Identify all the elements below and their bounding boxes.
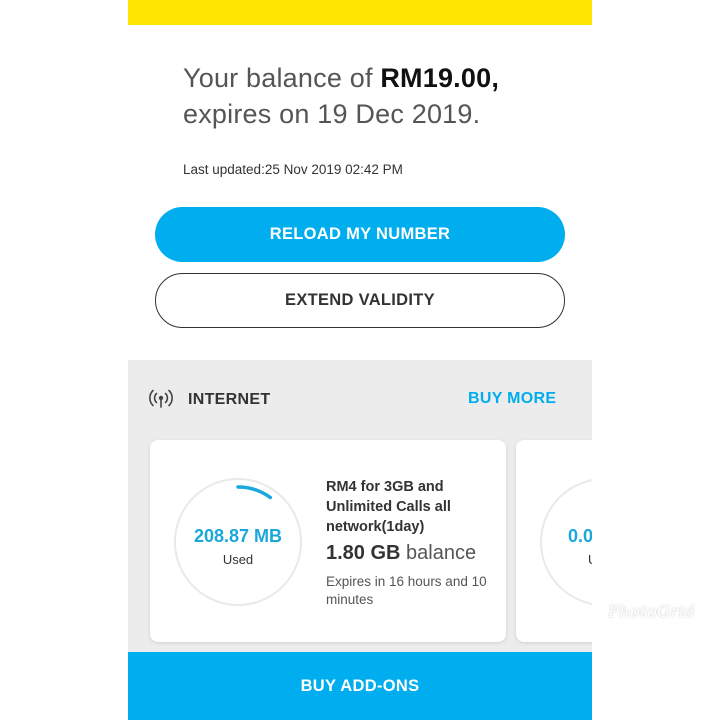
- data-used-label: U: [588, 552, 592, 567]
- plan-expiry: Expires in 16 hours and 10 minutes: [326, 574, 487, 607]
- last-updated-text: Last updated:25 Nov 2019 02:42 PM: [183, 162, 403, 177]
- plan-balance: 1.80 GB balance: [326, 542, 476, 565]
- next-plan-card[interactable]: 0.0 U: [516, 440, 592, 642]
- balance-summary: Your balance of RM19.00, expires on 19 D…: [183, 60, 583, 132]
- data-used-amount: 208.87 MB: [193, 526, 283, 546]
- buy-addons-button[interactable]: BUY ADD-ONS: [128, 652, 592, 720]
- brand-header-bar: [128, 0, 592, 25]
- buy-more-link[interactable]: BUY MORE: [468, 390, 556, 408]
- reload-number-button[interactable]: RELOAD MY NUMBER: [155, 207, 565, 262]
- balance-prefix: Your balance of: [183, 63, 381, 93]
- internet-section: INTERNET BUY MORE 208.87 MB Used RM4 for…: [128, 360, 592, 652]
- data-plan-card[interactable]: 208.87 MB Used RM4 for 3GB and Unlimited…: [150, 440, 506, 642]
- internet-header: INTERNET: [148, 387, 270, 413]
- data-used-amount: 0.0: [568, 526, 592, 546]
- plan-balance-word: balance: [406, 542, 477, 564]
- app-screen: Your balance of RM19.00, expires on 19 D…: [128, 0, 592, 720]
- extend-validity-button[interactable]: EXTEND VALIDITY: [155, 273, 565, 328]
- plan-name: RM4 for 3GB and Unlimited Calls all netw…: [326, 479, 451, 535]
- balance-amount: RM19.00,: [380, 63, 500, 93]
- data-used-label: Used: [222, 552, 254, 567]
- internet-title: INTERNET: [188, 391, 271, 408]
- photogrid-watermark: PhotoGrid: [608, 602, 696, 621]
- usage-arc: [236, 485, 273, 500]
- balance-expiry: expires on 19 Dec 2019.: [183, 99, 481, 129]
- plan-balance-value: 1.80 GB: [326, 542, 401, 564]
- signal-broadcast-icon: [148, 387, 174, 413]
